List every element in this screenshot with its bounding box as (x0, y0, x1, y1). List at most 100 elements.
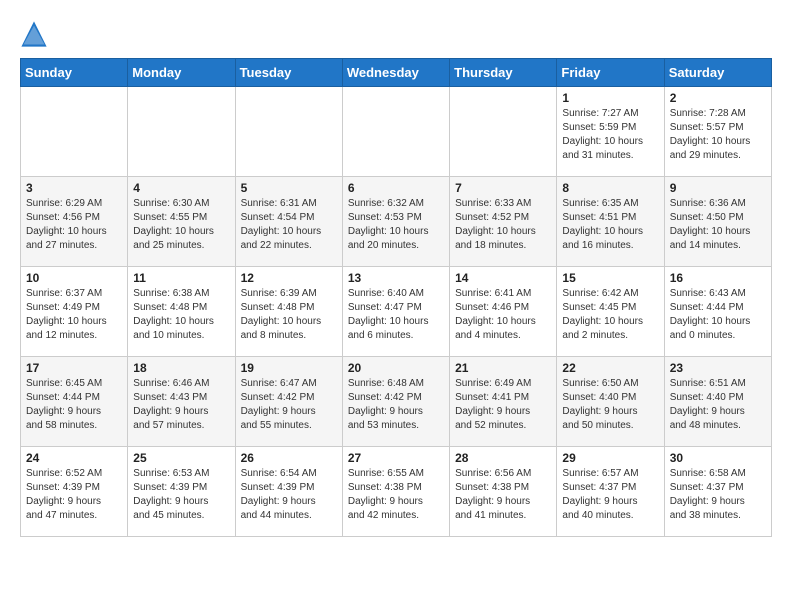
day-number: 14 (455, 271, 551, 285)
calendar-cell: 4 Sunrise: 6:30 AM Sunset: 4:55 PM Daylig… (128, 177, 235, 267)
day-info: Sunrise: 6:48 AM Sunset: 4:42 PM Dayligh… (348, 377, 444, 433)
day-info: Sunrise: 6:54 AM Sunset: 4:39 PM Dayligh… (241, 467, 337, 523)
day-number: 3 (26, 181, 122, 195)
calendar-header-sunday: Sunday (21, 59, 128, 87)
day-number: 5 (241, 181, 337, 195)
calendar-header-saturday: Saturday (664, 59, 771, 87)
calendar-cell: 19Sunrise: 6:47 AM Sunset: 4:42 PM Dayli… (235, 357, 342, 447)
day-number: 18 (133, 361, 229, 375)
day-number: 21 (455, 361, 551, 375)
day-info: Sunrise: 6:39 AM Sunset: 4:48 PM Dayligh… (241, 287, 337, 343)
day-number: 4 (133, 181, 229, 195)
day-info: Sunrise: 6:55 AM Sunset: 4:38 PM Dayligh… (348, 467, 444, 523)
day-info: Sunrise: 6:57 AM Sunset: 4:37 PM Dayligh… (562, 467, 658, 523)
calendar-header-wednesday: Wednesday (342, 59, 449, 87)
day-info: Sunrise: 6:31 AM Sunset: 4:54 PM Dayligh… (241, 197, 337, 253)
day-info: Sunrise: 6:49 AM Sunset: 4:41 PM Dayligh… (455, 377, 551, 433)
calendar-cell: 23 Sunrise: 6:51 AM Sunset: 4:40 PM Dayli… (664, 357, 771, 447)
calendar-cell: 29 Sunrise: 6:57 AM Sunset: 4:37 PM Dayli… (557, 447, 664, 537)
day-info: Sunrise: 6:38 AM Sunset: 4:48 PM Dayligh… (133, 287, 229, 343)
calendar-header-friday: Friday (557, 59, 664, 87)
day-number: 28 (455, 451, 551, 465)
day-info: Sunrise: 6:30 AM Sunset: 4:55 PM Dayligh… (133, 197, 229, 253)
day-info: Sunrise: 6:53 AM Sunset: 4:39 PM Dayligh… (133, 467, 229, 523)
day-info: Sunrise: 6:58 AM Sunset: 4:37 PM Dayligh… (670, 467, 766, 523)
day-info: Sunrise: 6:41 AM Sunset: 4:46 PM Dayligh… (455, 287, 551, 343)
day-number: 23 (670, 361, 766, 375)
calendar-cell: 12 Sunrise: 6:39 AM Sunset: 4:48 PM Dayli… (235, 267, 342, 357)
day-info: Sunrise: 6:52 AM Sunset: 4:39 PM Dayligh… (26, 467, 122, 523)
calendar-week-row: 24 Sunrise: 6:52 AM Sunset: 4:39 PM Dayli… (21, 447, 772, 537)
day-info: Sunrise: 6:33 AM Sunset: 4:52 PM Dayligh… (455, 197, 551, 253)
day-number: 7 (455, 181, 551, 195)
calendar-cell: 28 Sunrise: 6:56 AM Sunset: 4:38 PM Dayli… (450, 447, 557, 537)
calendar-cell: 26 Sunrise: 6:54 AM Sunset: 4:39 PM Dayli… (235, 447, 342, 537)
day-number: 27 (348, 451, 444, 465)
calendar-header-tuesday: Tuesday (235, 59, 342, 87)
calendar-cell: 11 Sunrise: 6:38 AM Sunset: 4:48 PM Dayli… (128, 267, 235, 357)
calendar-cell (342, 87, 449, 177)
day-number: 24 (26, 451, 122, 465)
day-number: 26 (241, 451, 337, 465)
calendar-cell (21, 87, 128, 177)
calendar-cell: 13Sunrise: 6:40 AM Sunset: 4:47 PM Dayli… (342, 267, 449, 357)
calendar-cell: 7 Sunrise: 6:33 AM Sunset: 4:52 PM Daylig… (450, 177, 557, 267)
calendar-cell: 5 Sunrise: 6:31 AM Sunset: 4:54 PM Daylig… (235, 177, 342, 267)
day-info: Sunrise: 6:36 AM Sunset: 4:50 PM Dayligh… (670, 197, 766, 253)
day-number: 30 (670, 451, 766, 465)
day-number: 22 (562, 361, 658, 375)
calendar-cell (128, 87, 235, 177)
day-number: 10 (26, 271, 122, 285)
day-number: 1 (562, 91, 658, 105)
day-info: Sunrise: 6:51 AM Sunset: 4:40 PM Dayligh… (670, 377, 766, 433)
calendar-cell: 2 Sunrise: 7:28 AM Sunset: 5:57 PM Daylig… (664, 87, 771, 177)
calendar-cell (450, 87, 557, 177)
calendar-cell: 15 Sunrise: 6:42 AM Sunset: 4:45 PM Dayli… (557, 267, 664, 357)
logo-icon (20, 20, 48, 48)
day-info: Sunrise: 6:32 AM Sunset: 4:53 PM Dayligh… (348, 197, 444, 253)
calendar-cell: 10 Sunrise: 6:37 AM Sunset: 4:49 PM Dayli… (21, 267, 128, 357)
day-info: Sunrise: 6:35 AM Sunset: 4:51 PM Dayligh… (562, 197, 658, 253)
day-number: 2 (670, 91, 766, 105)
calendar-cell (235, 87, 342, 177)
day-number: 25 (133, 451, 229, 465)
calendar-cell: 17 Sunrise: 6:45 AM Sunset: 4:44 PM Dayli… (21, 357, 128, 447)
calendar-cell: 9 Sunrise: 6:36 AM Sunset: 4:50 PM Daylig… (664, 177, 771, 267)
day-info: Sunrise: 6:56 AM Sunset: 4:38 PM Dayligh… (455, 467, 551, 523)
day-number: 15 (562, 271, 658, 285)
calendar-cell: 20 Sunrise: 6:48 AM Sunset: 4:42 PM Dayli… (342, 357, 449, 447)
day-info: Sunrise: 6:43 AM Sunset: 4:44 PM Dayligh… (670, 287, 766, 343)
day-info: Sunrise: 6:40 AM Sunset: 4:47 PM Dayligh… (348, 287, 444, 343)
day-number: 16 (670, 271, 766, 285)
day-number: 6 (348, 181, 444, 195)
calendar-cell: 24 Sunrise: 6:52 AM Sunset: 4:39 PM Dayli… (21, 447, 128, 537)
logo (20, 20, 52, 48)
day-info: Sunrise: 6:45 AM Sunset: 4:44 PM Dayligh… (26, 377, 122, 433)
day-number: 20 (348, 361, 444, 375)
day-info: Sunrise: 7:28 AM Sunset: 5:57 PM Dayligh… (670, 107, 766, 163)
day-number: 29 (562, 451, 658, 465)
day-info: Sunrise: 6:42 AM Sunset: 4:45 PM Dayligh… (562, 287, 658, 343)
calendar-header-thursday: Thursday (450, 59, 557, 87)
calendar-cell: 3Sunrise: 6:29 AM Sunset: 4:56 PM Daylig… (21, 177, 128, 267)
calendar-week-row: 10 Sunrise: 6:37 AM Sunset: 4:49 PM Dayli… (21, 267, 772, 357)
calendar-cell: 16 Sunrise: 6:43 AM Sunset: 4:44 PM Dayli… (664, 267, 771, 357)
calendar-cell: 22 Sunrise: 6:50 AM Sunset: 4:40 PM Dayli… (557, 357, 664, 447)
calendar-cell: 27 Sunrise: 6:55 AM Sunset: 4:38 PM Dayli… (342, 447, 449, 537)
calendar-cell: 8 Sunrise: 6:35 AM Sunset: 4:51 PM Daylig… (557, 177, 664, 267)
day-number: 11 (133, 271, 229, 285)
day-info: Sunrise: 6:50 AM Sunset: 4:40 PM Dayligh… (562, 377, 658, 433)
calendar-cell: 30 Sunrise: 6:58 AM Sunset: 4:37 PM Dayli… (664, 447, 771, 537)
calendar-week-row: 3Sunrise: 6:29 AM Sunset: 4:56 PM Daylig… (21, 177, 772, 267)
day-info: Sunrise: 6:47 AM Sunset: 4:42 PM Dayligh… (241, 377, 337, 433)
day-number: 17 (26, 361, 122, 375)
day-info: Sunrise: 6:37 AM Sunset: 4:49 PM Dayligh… (26, 287, 122, 343)
calendar-cell: 21 Sunrise: 6:49 AM Sunset: 4:41 PM Dayli… (450, 357, 557, 447)
day-number: 8 (562, 181, 658, 195)
calendar-cell: 25 Sunrise: 6:53 AM Sunset: 4:39 PM Dayli… (128, 447, 235, 537)
day-number: 12 (241, 271, 337, 285)
day-number: 9 (670, 181, 766, 195)
calendar-header-row: SundayMondayTuesdayWednesdayThursdayFrid… (21, 59, 772, 87)
calendar-cell: 1Sunrise: 7:27 AM Sunset: 5:59 PM Daylig… (557, 87, 664, 177)
calendar-cell: 6 Sunrise: 6:32 AM Sunset: 4:53 PM Daylig… (342, 177, 449, 267)
